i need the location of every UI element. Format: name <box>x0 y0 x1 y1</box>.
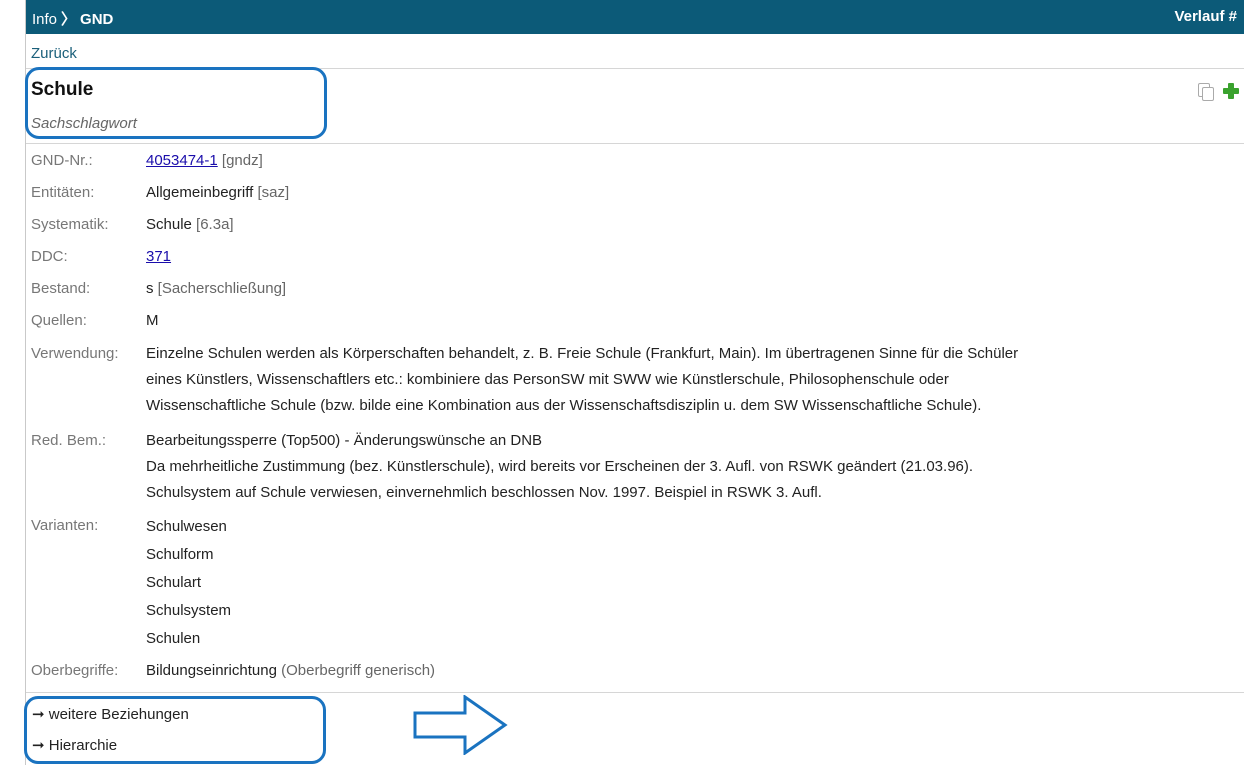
divider <box>26 143 1244 144</box>
field-label: GND-Nr.: <box>31 152 93 169</box>
systematik-code: [6.3a] <box>196 216 234 233</box>
field-value: Bearbeitungssperre (Top500) - Änderungsw… <box>146 428 1243 506</box>
right-arrow-icon <box>413 695 508 755</box>
breadcrumb-separator: 〉 <box>61 11 77 28</box>
gnd-number-link[interactable]: 4053474-1 <box>146 152 218 169</box>
gnd-code: [gndz] <box>221 152 263 169</box>
entity-code: [saz] <box>257 184 290 201</box>
field-value: s [Sacherschließung] <box>146 276 1243 302</box>
list-item: Schulform <box>146 546 214 563</box>
text-line: eines Künstlers, Wissenschaftlers etc.: … <box>146 371 949 388</box>
title-highlight-box <box>25 67 327 139</box>
bestand-code: [Sacherschließung] <box>157 280 287 297</box>
broader-term[interactable]: Bildungseinrichtung <box>146 662 277 679</box>
record-actions <box>1197 82 1239 102</box>
field-label: Verwendung: <box>31 345 119 362</box>
field-label: DDC: <box>31 248 68 265</box>
field-value: Allgemeinbegriff [saz] <box>146 180 1243 206</box>
history-link[interactable]: Verlauf # <box>1174 8 1237 25</box>
divider <box>26 692 1244 693</box>
field-value: 371 <box>146 244 1243 270</box>
field-value: 4053474-1 [gndz] <box>146 148 1243 174</box>
bestand-value: s <box>146 280 154 297</box>
field-label: Systematik: <box>31 216 109 233</box>
field-label: Bestand: <box>31 280 91 297</box>
text-line: Einzelne Schulen werden als Körperschaft… <box>146 345 1019 362</box>
breadcrumb-current: GND <box>80 11 114 28</box>
field-label: Red. Bem.: <box>31 432 107 449</box>
field-value: Schule [6.3a] <box>146 212 1243 238</box>
list-item: Schulart <box>146 574 202 591</box>
field-value: Einzelne Schulen werden als Körperschaft… <box>146 341 1243 419</box>
list-item: Schulen <box>146 630 201 647</box>
variant-list: Schulwesen Schulform Schulart Schulsyste… <box>146 513 1243 653</box>
text-line: Schulsystem auf Schule verwiesen, einver… <box>146 484 822 501</box>
plus-icon[interactable] <box>1223 83 1239 100</box>
entity-value: Allgemeinbegriff <box>146 184 254 201</box>
field-value: Bildungseinrichtung (Oberbegriff generis… <box>146 658 1243 684</box>
text-line: Wissenschaftliche Schule (bzw. bilde ein… <box>146 397 982 414</box>
ddc-link[interactable]: 371 <box>146 248 171 265</box>
field-label: Oberbegriffe: <box>31 662 119 679</box>
breadcrumb: Info 〉 GND <box>32 8 113 29</box>
breadcrumb-info[interactable]: Info <box>32 11 57 28</box>
nav-highlight-box <box>24 696 326 764</box>
text-line: Bearbeitungssperre (Top500) - Änderungsw… <box>146 432 543 449</box>
broader-term-relation: (Oberbegriff generisch) <box>281 662 436 679</box>
field-label: Quellen: <box>31 312 87 329</box>
field-value: M <box>146 312 159 329</box>
back-link[interactable]: Zurück <box>31 45 77 62</box>
text-line: Da mehrheitliche Zustimmung (bez. Künstl… <box>146 458 974 475</box>
list-item: Schulwesen <box>146 518 227 535</box>
field-label: Entitäten: <box>31 184 95 201</box>
systematik-value: Schule <box>146 216 192 233</box>
header-bar: Info 〉 GND Verlauf # <box>26 0 1244 34</box>
copy-icon[interactable] <box>1197 82 1215 102</box>
field-label: Varianten: <box>31 517 99 534</box>
list-item: Schulsystem <box>146 602 232 619</box>
